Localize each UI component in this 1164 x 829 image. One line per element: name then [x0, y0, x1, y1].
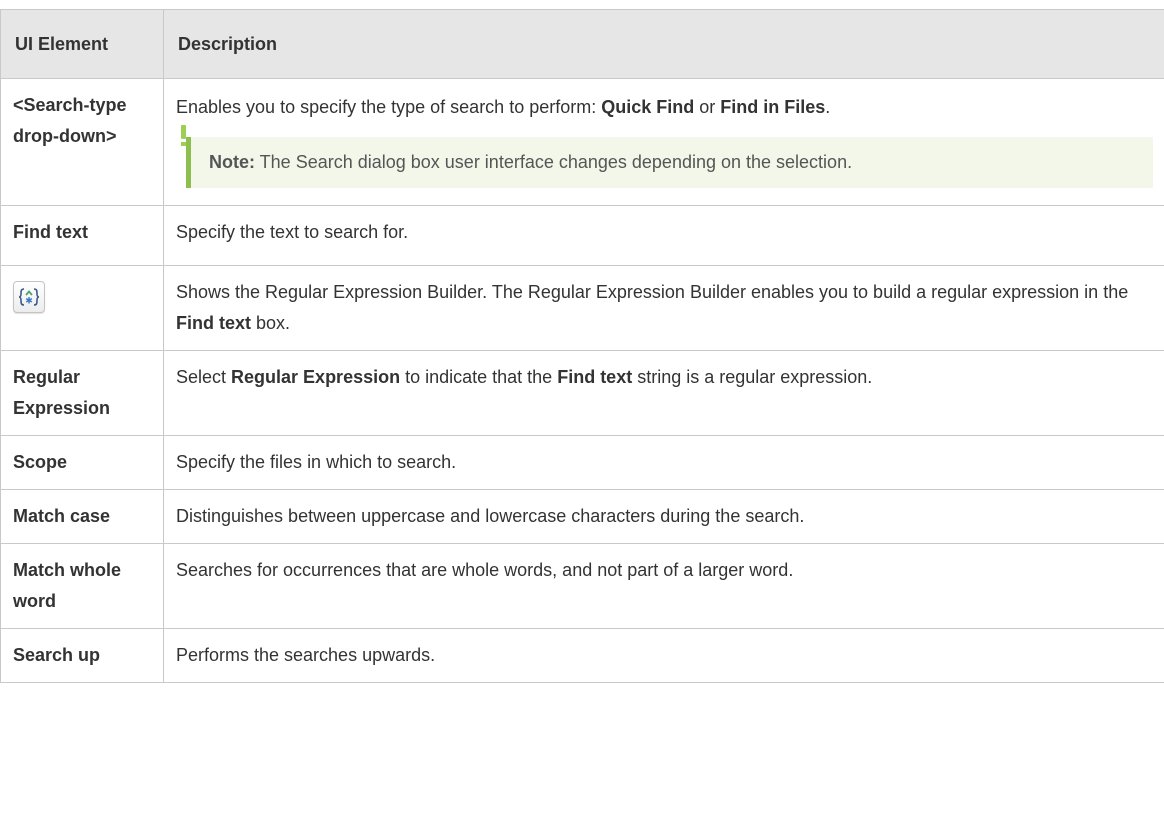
table-row: Match case Distinguishes between upperca…	[0, 489, 1164, 544]
element-name-scope: Scope	[0, 435, 164, 490]
element-name-regular-expression: Regular Expression	[0, 350, 164, 436]
description-bold-term: Find text	[557, 367, 633, 387]
element-description: Specify the files in which to search.	[163, 435, 1164, 490]
svg-text:✱: ✱	[25, 297, 33, 307]
exclamation-icon	[181, 125, 186, 146]
table-header-row: UI Element Description	[0, 9, 1164, 79]
description-text-part: box.	[251, 313, 291, 333]
description-bold-term: Regular Expression	[231, 367, 401, 387]
description-text-part: Specify the files in which to search.	[176, 452, 457, 472]
element-description: Enables you to specify the type of searc…	[163, 78, 1164, 206]
column-header-description: Description	[163, 9, 1164, 79]
element-name-find-text: Find text	[0, 205, 164, 266]
description-text-part: Shows the Regular Expression Builder. Th…	[176, 282, 1129, 302]
description-text-part: Select	[176, 367, 232, 387]
description-text-part: Performs the searches upwards.	[176, 645, 436, 665]
element-name-match-case: Match case	[0, 489, 164, 544]
description-bold-term: Quick Find	[601, 97, 695, 117]
description-text-part: to indicate that the	[400, 367, 558, 387]
table-row: <Search-type drop-down> Enables you to s…	[0, 78, 1164, 206]
element-description: Specify the text to search for.	[163, 205, 1164, 266]
description-text-part: Enables you to specify the type of searc…	[176, 97, 602, 117]
note-box: Note: The Search dialog box user interfa…	[181, 125, 1153, 188]
element-name-match-whole-word: Match whole word	[0, 543, 164, 629]
column-header-ui-element: UI Element	[0, 9, 164, 79]
element-description: Performs the searches upwards.	[163, 628, 1164, 683]
description-bold-term: Find text	[176, 313, 251, 333]
description-text-part: string is a regular expression.	[632, 367, 873, 387]
note-text: The Search dialog box user interface cha…	[255, 152, 853, 172]
ui-elements-table: UI Element Description <Search-type drop…	[0, 9, 1164, 683]
table-row: ✱ Shows the Regular Expression Builder. …	[0, 265, 1164, 351]
description-text-part: or	[694, 97, 721, 117]
description-text-part: Searches for occurrences that are whole …	[176, 560, 794, 580]
description-text-part: Distinguishes between uppercase and lowe…	[176, 506, 805, 526]
table-row: Match whole word Searches for occurrence…	[0, 543, 1164, 629]
element-description: Select Regular Expression to indicate th…	[163, 350, 1164, 436]
description-text-part: .	[825, 97, 831, 117]
description-text: Enables you to specify the type of searc…	[176, 90, 1153, 123]
element-icon-cell: ✱	[0, 265, 164, 351]
table-row: Scope Specify the files in which to sear…	[0, 435, 1164, 490]
table-row: Search up Performs the searches upwards.	[0, 628, 1164, 683]
element-description: Shows the Regular Expression Builder. Th…	[163, 265, 1164, 351]
element-name-search-type: <Search-type drop-down>	[0, 78, 164, 206]
description-text-part: Specify the text to search for.	[176, 222, 409, 242]
table-row: Regular Expression Select Regular Expres…	[0, 350, 1164, 436]
table-row: Find text Specify the text to search for…	[0, 205, 1164, 266]
element-description: Searches for occurrences that are whole …	[163, 543, 1164, 629]
element-description: Distinguishes between uppercase and lowe…	[163, 489, 1164, 544]
regular-expression-builder-icon[interactable]: ✱	[13, 281, 45, 313]
description-bold-term: Find in Files	[720, 97, 826, 117]
element-name-search-up: Search up	[0, 628, 164, 683]
note-label: Note:	[209, 152, 255, 172]
